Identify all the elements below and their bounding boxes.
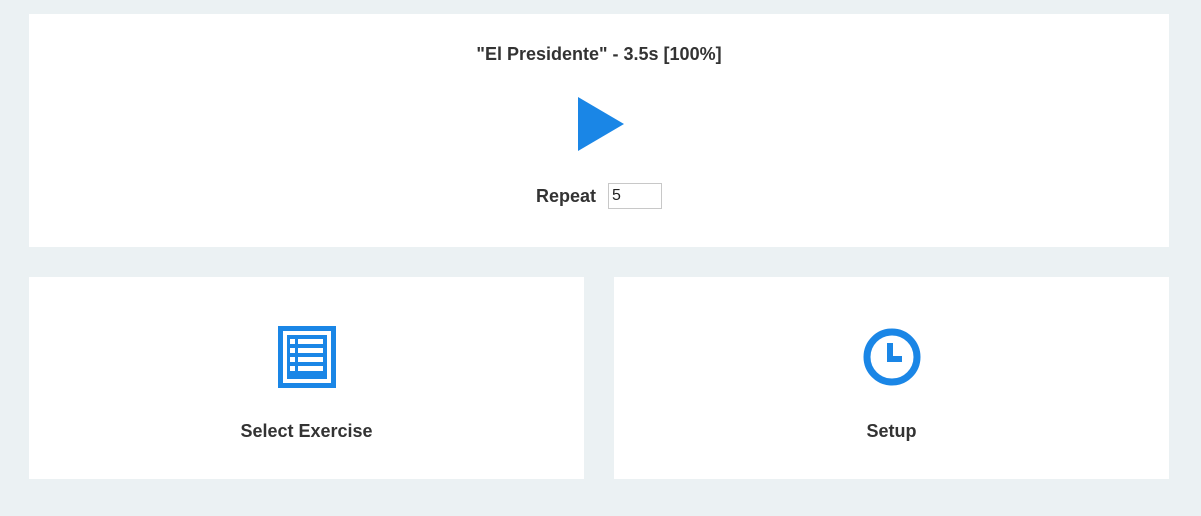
setup-label: Setup xyxy=(866,421,917,441)
select-exercise-label: Select Exercise xyxy=(240,421,373,441)
play-icon xyxy=(578,97,624,151)
play-button[interactable] xyxy=(578,97,624,151)
setup-button[interactable]: Setup xyxy=(614,277,1169,479)
repeat-label: Repeat xyxy=(535,185,597,206)
exercise-title: "El Presidente" - 3.5s [100%] xyxy=(476,44,722,64)
clock-icon xyxy=(863,326,921,388)
player-panel: "El Presidente" - 3.5s [100%] Repeat xyxy=(29,14,1169,247)
repeat-row: Repeat xyxy=(29,183,1169,209)
repeat-input[interactable] xyxy=(608,183,663,209)
list-icon xyxy=(277,326,336,388)
select-exercise-button[interactable]: Select Exercise xyxy=(29,277,584,479)
